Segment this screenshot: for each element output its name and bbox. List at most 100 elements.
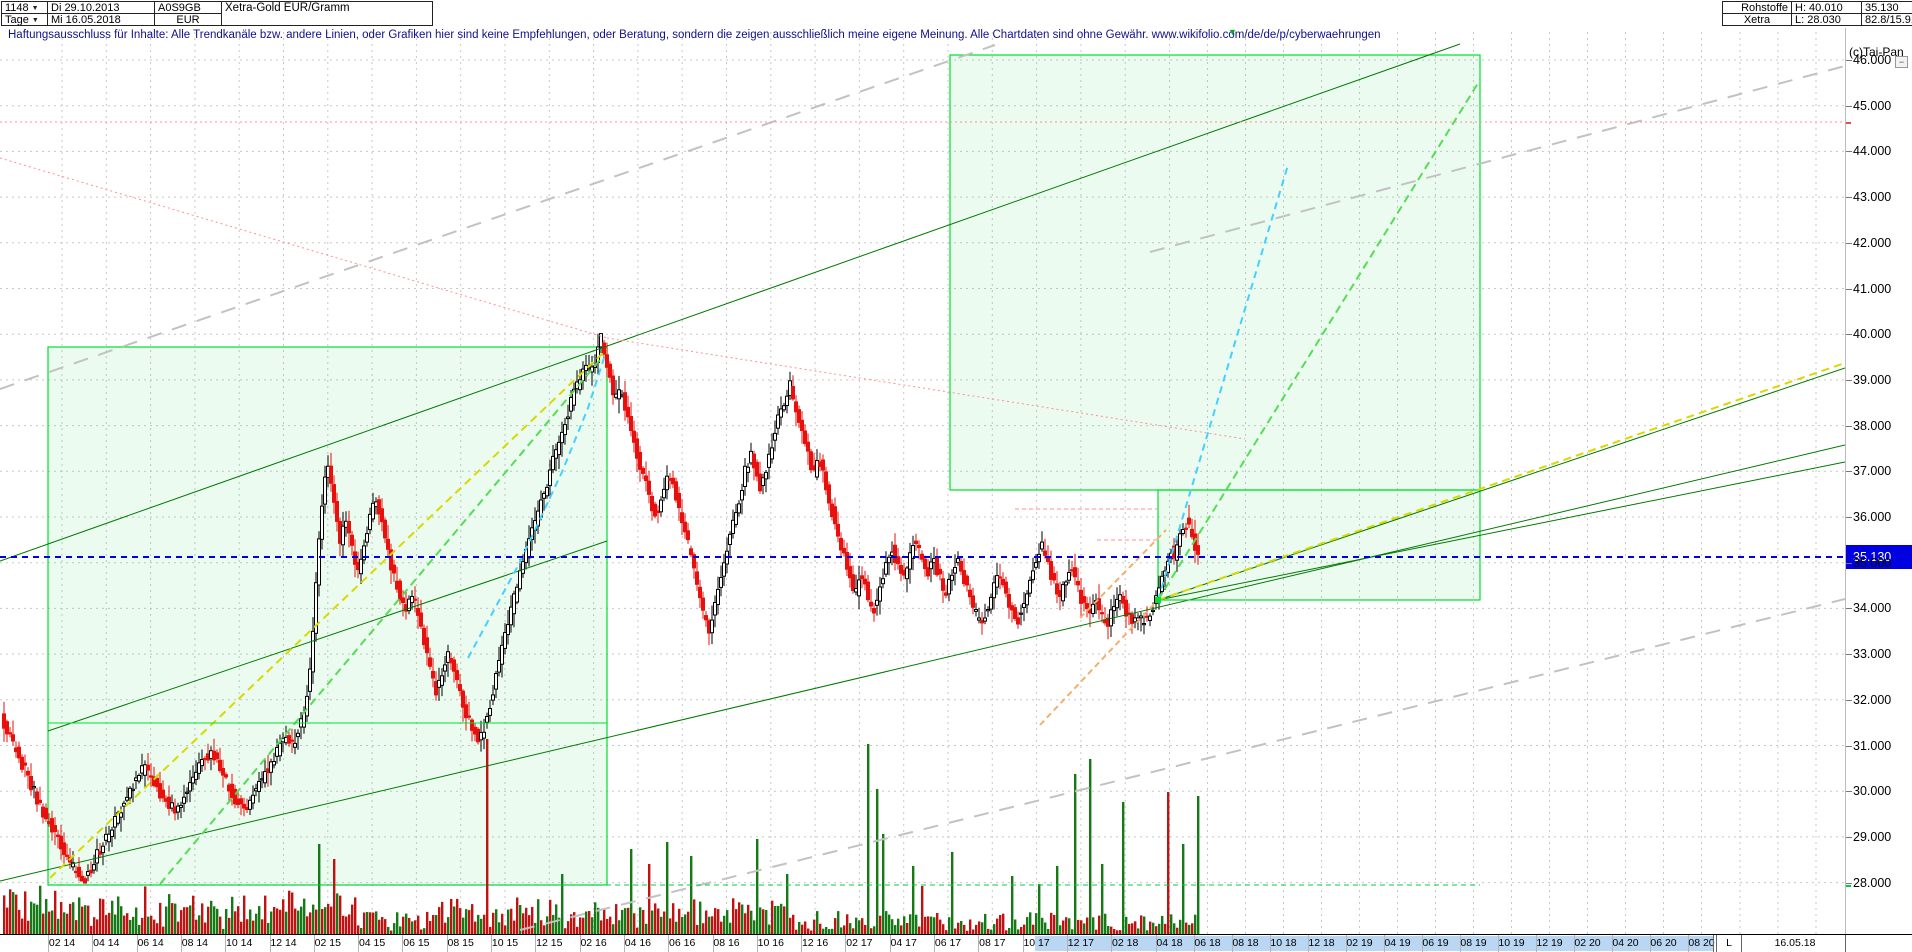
y-axis-label: 38.000 <box>1853 419 1911 433</box>
period-dropdown[interactable]: Tage▼ <box>1 13 48 26</box>
y-axis-tick <box>1846 608 1852 609</box>
x-axis-label: 04 16 <box>620 937 656 949</box>
y-axis-label: 31.000 <box>1853 739 1911 753</box>
y-axis-label: 29.000 <box>1853 830 1911 844</box>
y-axis-tick <box>1846 151 1852 152</box>
y-axis-label: 41.000 <box>1853 282 1911 296</box>
chart-header: 1148▼ Tage▼ Di 29.10.2013 Mi 16.05.2018 … <box>0 0 1912 27</box>
y-axis-tick <box>1846 334 1852 335</box>
x-axis-label: 08 19 <box>1456 937 1492 949</box>
y-axis-tick <box>1846 426 1852 427</box>
y-axis-tick <box>1846 746 1852 747</box>
y-axis-label: 37.000 <box>1853 464 1911 478</box>
low-level-tick <box>1846 885 1851 887</box>
y-axis-label: 28.000 <box>1853 876 1911 890</box>
x-axis-label: 04 18 <box>1152 937 1188 949</box>
y-axis-label: 32.000 <box>1853 693 1911 707</box>
tai-pan-chart-window: 1148▼ Tage▼ Di 29.10.2013 Mi 16.05.2018 … <box>0 0 1912 952</box>
y-axis-label: 34.000 <box>1853 601 1911 615</box>
y-axis-tick <box>1846 289 1852 290</box>
x-axis-label: 02 20 <box>1570 937 1606 949</box>
stats-cell: 82.8/15.91 <box>1861 13 1912 26</box>
currency-cell: EUR <box>154 13 222 26</box>
y-axis-tick <box>1846 563 1852 564</box>
marker-triangle-icon: ▼ <box>1228 27 1237 41</box>
price-chart[interactable] <box>0 28 1845 934</box>
x-axis-label: 02 16 <box>576 937 612 949</box>
x-axis-label: 06 18 <box>1190 937 1226 949</box>
x-axis-label: 08 18 <box>1228 937 1264 949</box>
x-axis-label: 08 17 <box>974 937 1010 949</box>
disclaimer-bar: Haftungsausschluss für Inhalte: Alle Tre… <box>0 27 1845 45</box>
x-axis-label: 04 20 <box>1608 937 1644 949</box>
last-date-cell: Mi 16.05.2018 <box>47 13 155 26</box>
x-axis-label: 10 19 <box>1494 937 1530 949</box>
y-axis-tick <box>1846 197 1852 198</box>
cursor-date: 16.05.18 <box>1745 937 1845 949</box>
exchange-cell: Xetra <box>1722 13 1792 26</box>
y-axis-tick <box>1846 654 1852 655</box>
x-axis-label: 06 20 <box>1646 937 1682 949</box>
x-axis-label: 12 16 <box>797 937 833 949</box>
x-axis-label: 02 14 <box>44 937 80 949</box>
chart-title: Xetra-Gold EUR/Gramm <box>221 1 433 26</box>
x-axis-label: 04 15 <box>354 937 390 949</box>
x-axis-label: 10 14 <box>221 937 257 949</box>
x-axis-label: 02 15 <box>310 937 346 949</box>
low-value: L: 28.030 <box>1791 13 1862 26</box>
x-axis-label: 12 14 <box>266 937 302 949</box>
y-axis-tick <box>1846 471 1852 472</box>
x-axis-label: 10 17 <box>1019 937 1055 949</box>
x-axis-label: 02 18 <box>1107 937 1143 949</box>
y-axis-label: 44.000 <box>1853 144 1911 158</box>
y-axis-label: 30.000 <box>1853 784 1911 798</box>
x-axis-label: 06 19 <box>1418 937 1454 949</box>
x-axis-label: 06 17 <box>930 937 966 949</box>
chevron-down-icon: ▼ <box>32 17 39 24</box>
x-axis-label: 12 15 <box>531 937 567 949</box>
disclaimer-text: Haftungsausschluss für Inhalte: Alle Tre… <box>8 29 1381 41</box>
x-axis-divider <box>1845 935 1846 952</box>
x-axis-label: 02 19 <box>1342 937 1378 949</box>
y-axis-label: 40.000 <box>1853 327 1911 341</box>
y-axis-tick <box>1846 243 1852 244</box>
x-axis-label: 12 19 <box>1532 937 1568 949</box>
y-axis-tick <box>1846 517 1852 518</box>
x-axis-label: 04 17 <box>886 937 922 949</box>
x-axis-label: 10 16 <box>753 937 789 949</box>
y-axis-tick <box>1846 380 1852 381</box>
y-axis-tick <box>1846 700 1852 701</box>
x-axis-label: 08 14 <box>177 937 213 949</box>
y-axis-label: 45.000 <box>1853 99 1911 113</box>
price-axis[interactable]: (c)Tai-Pan − 35.130 46.00045.00044.00043… <box>1845 28 1912 934</box>
low-flag-cell: L <box>1716 935 1742 952</box>
y-axis-label: 46.000 <box>1853 53 1911 67</box>
x-axis-divider <box>1713 935 1714 952</box>
x-axis-label: 02 17 <box>841 937 877 949</box>
y-axis-tick <box>1846 791 1852 792</box>
x-axis-label: 06 16 <box>664 937 700 949</box>
x-axis-label: 04 14 <box>88 937 124 949</box>
y-axis-tick <box>1846 60 1852 61</box>
x-axis-label: 12 17 <box>1063 937 1099 949</box>
y-axis-label: 43.000 <box>1853 190 1911 204</box>
y-axis-tick <box>1846 837 1852 838</box>
x-axis-label: 10 18 <box>1266 937 1302 949</box>
y-axis-label: 36.000 <box>1853 510 1911 524</box>
y-axis-label: 33.000 <box>1853 647 1911 661</box>
y-axis-label: 42.000 <box>1853 236 1911 250</box>
period-label: Tage <box>5 14 29 26</box>
x-axis-label: 08 16 <box>709 937 745 949</box>
resistance-level-tick <box>1846 122 1851 124</box>
chevron-down-icon: ▼ <box>32 5 39 12</box>
y-axis-tick <box>1846 883 1852 884</box>
x-axis-label: 04 19 <box>1380 937 1416 949</box>
x-axis-label: 10 15 <box>487 937 523 949</box>
x-axis-label: 12 18 <box>1304 937 1340 949</box>
y-axis-label: 39.000 <box>1853 373 1911 387</box>
x-axis-label: 06 14 <box>133 937 169 949</box>
x-axis-label: 06 15 <box>398 937 434 949</box>
date-axis[interactable]: 02 14 04 14 06 14 08 14 10 14 12 14 02 15 04 15… <box>0 934 1912 952</box>
x-axis-label: 08 20 <box>1684 937 1720 949</box>
y-axis-label: 35.000 <box>1853 556 1911 570</box>
